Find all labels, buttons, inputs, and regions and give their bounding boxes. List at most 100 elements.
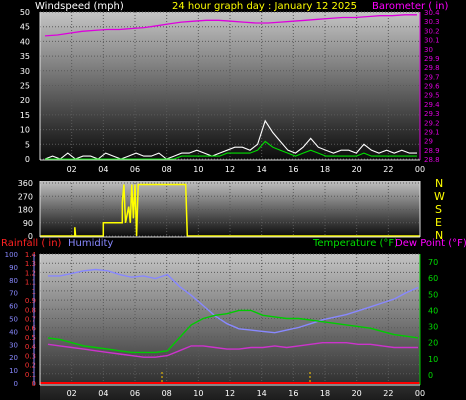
top-x-tick-label: 06 — [130, 165, 140, 174]
wind-barometer-chart: 05101520253035404550 28.828.92929.129.22… — [20, 1, 449, 174]
windspeed-tick-label: 15 — [20, 111, 30, 120]
humidity-axis-ticks: 0 10 20 30 40 50 60 70 80 90 100 — [5, 251, 18, 388]
compass-n-top: N — [435, 177, 443, 190]
humidity-tick-label: 60 — [9, 303, 18, 311]
barometer-tick-label: 29.9 — [424, 55, 440, 63]
windspeed-tick-label: 45 — [20, 23, 30, 32]
top-x-tick-label: 12 — [225, 165, 235, 174]
temperature-tick-label: 10 — [428, 355, 438, 364]
wind-direction-chart: 090180270360 N W S E N — [18, 177, 445, 242]
barometer-tick-label: 29 — [424, 138, 433, 146]
top-x-tick-label: 04 — [98, 165, 108, 174]
temperature-tick-label: 40 — [428, 306, 438, 315]
humidity-tick-label: 90 — [9, 264, 18, 272]
top-x-tick-label: 16 — [288, 165, 298, 174]
direction-tick-label: 270 — [18, 192, 33, 201]
compass-e: E — [435, 216, 442, 229]
barometer-tick-label: 29.5 — [424, 92, 440, 100]
rainfall-label: Rainfall ( in) — [1, 238, 62, 249]
top-x-tick-label: 08 — [162, 165, 172, 174]
humidity-tick-label: 80 — [9, 277, 18, 285]
windspeed-label: Windspeed (mph) — [35, 1, 124, 12]
top-x-tick-label: 00 — [415, 165, 425, 174]
temperature-label: Temperature (°F) — [312, 238, 398, 249]
humidity-tick-label: 30 — [9, 341, 18, 349]
rainfall-tick-label: 0.6 — [25, 325, 37, 333]
barometer-tick-label: 29.4 — [424, 101, 440, 109]
temperature-tick-label: 70 — [428, 258, 438, 267]
top-x-ticks: 02 04 06 08 10 12 14 16 18 20 22 00 — [67, 165, 426, 174]
rainfall-axis-ticks: 00.10.20.30.40.50.60.70.80.911.11.21.31.… — [25, 251, 37, 388]
direction-tick-label: 90 — [23, 219, 33, 228]
bottom-x-tick-label: 12 — [225, 389, 235, 398]
barometer-label: Barometer ( in) — [372, 1, 448, 12]
barometer-tick-label: 28.8 — [424, 156, 440, 164]
barometer-tick-label: 30.1 — [424, 37, 440, 45]
temperature-humidity-chart: 0102030405060708090100 00.10.20.30.40.50… — [1, 238, 466, 400]
windspeed-tick-label: 40 — [20, 37, 30, 46]
windspeed-tick-label: 25 — [20, 82, 30, 91]
barometer-tick-label: 29.6 — [424, 83, 440, 91]
temperature-tick-label: 20 — [428, 339, 438, 348]
bottom-x-tick-label: 20 — [352, 389, 362, 398]
direction-tick-label: 360 — [18, 179, 33, 188]
top-x-tick-label: 18 — [320, 165, 330, 174]
windspeed-tick-label: 50 — [20, 8, 30, 17]
compass-s: S — [435, 203, 442, 216]
humidity-tick-label: 0 — [14, 380, 18, 388]
humidity-tick-label: 40 — [9, 328, 18, 336]
humidity-tick-label: 50 — [9, 316, 18, 324]
direction-axis-ticks: 090180270360 — [18, 179, 33, 241]
humidity-tick-label: 20 — [9, 354, 18, 362]
rainfall-tick-label: 1.4 — [25, 251, 37, 259]
temperature-tick-label: 0 — [428, 371, 433, 380]
temperature-tick-label: 30 — [428, 323, 438, 332]
dew-point-label: Dew Point (°F) — [395, 238, 466, 249]
temperature-tick-label: 50 — [428, 290, 438, 299]
temperature-axis-ticks: 0 10 20 30 40 50 60 70 — [428, 258, 438, 380]
humidity-tick-label: 10 — [9, 367, 18, 375]
top-x-tick-label: 22 — [383, 165, 393, 174]
barometer-tick-label: 29.8 — [424, 64, 440, 72]
top-x-tick-label: 02 — [67, 165, 77, 174]
top-x-tick-label: 14 — [257, 165, 267, 174]
windspeed-tick-label: 35 — [20, 52, 30, 61]
graph-title: 24 hour graph day : January 12 2025 — [172, 1, 357, 12]
bottom-x-tick-label: 02 — [67, 389, 77, 398]
windspeed-tick-label: 5 — [25, 140, 30, 149]
barometer-axis-ticks: 28.828.92929.129.229.329.429.529.629.729… — [424, 9, 440, 164]
barometer-tick-label: 29.7 — [424, 73, 440, 81]
bottom-x-tick-label: 14 — [257, 389, 267, 398]
humidity-tick-label: 100 — [5, 251, 18, 259]
bottom-x-tick-label: 22 — [383, 389, 393, 398]
barometer-tick-label: 29.3 — [424, 110, 440, 118]
bottom-x-tick-label: 16 — [288, 389, 298, 398]
windspeed-tick-label: 10 — [20, 126, 30, 135]
temperature-tick-label: 60 — [428, 274, 438, 283]
bottom-x-tick-label: 10 — [193, 389, 203, 398]
humidity-tick-label: 70 — [9, 290, 18, 298]
windspeed-tick-label: 0 — [25, 155, 30, 164]
windspeed-tick-label: 30 — [20, 67, 30, 76]
humidity-label: Humidity — [68, 238, 113, 249]
compass-labels: N W S E N — [434, 177, 445, 242]
rainfall-tick-label: 0.4 — [25, 343, 37, 351]
windspeed-tick-label: 20 — [20, 96, 30, 105]
bottom-x-tick-label: 00 — [415, 389, 425, 398]
barometer-tick-label: 30.3 — [424, 18, 440, 26]
barometer-tick-label: 30.2 — [424, 27, 440, 35]
bottom-x-tick-label: 04 — [98, 389, 108, 398]
bottom-x-tick-label: 08 — [162, 389, 172, 398]
barometer-tick-label: 30 — [424, 46, 433, 54]
barometer-tick-label: 28.9 — [424, 147, 440, 155]
weather-graph: 05101520253035404550 28.828.92929.129.22… — [1, 1, 466, 400]
barometer-tick-label: 29.2 — [424, 119, 440, 127]
bottom-x-tick-label: 18 — [320, 389, 330, 398]
compass-w: W — [434, 190, 445, 203]
top-x-tick-label: 10 — [193, 165, 203, 174]
windspeed-axis-ticks: 0 5 10 15 20 25 30 35 40 45 50 — [20, 8, 30, 164]
bottom-x-tick-label: 06 — [130, 389, 140, 398]
top-x-tick-label: 20 — [352, 165, 362, 174]
direction-tick-label: 180 — [18, 206, 33, 215]
barometer-tick-label: 29.1 — [424, 128, 440, 136]
